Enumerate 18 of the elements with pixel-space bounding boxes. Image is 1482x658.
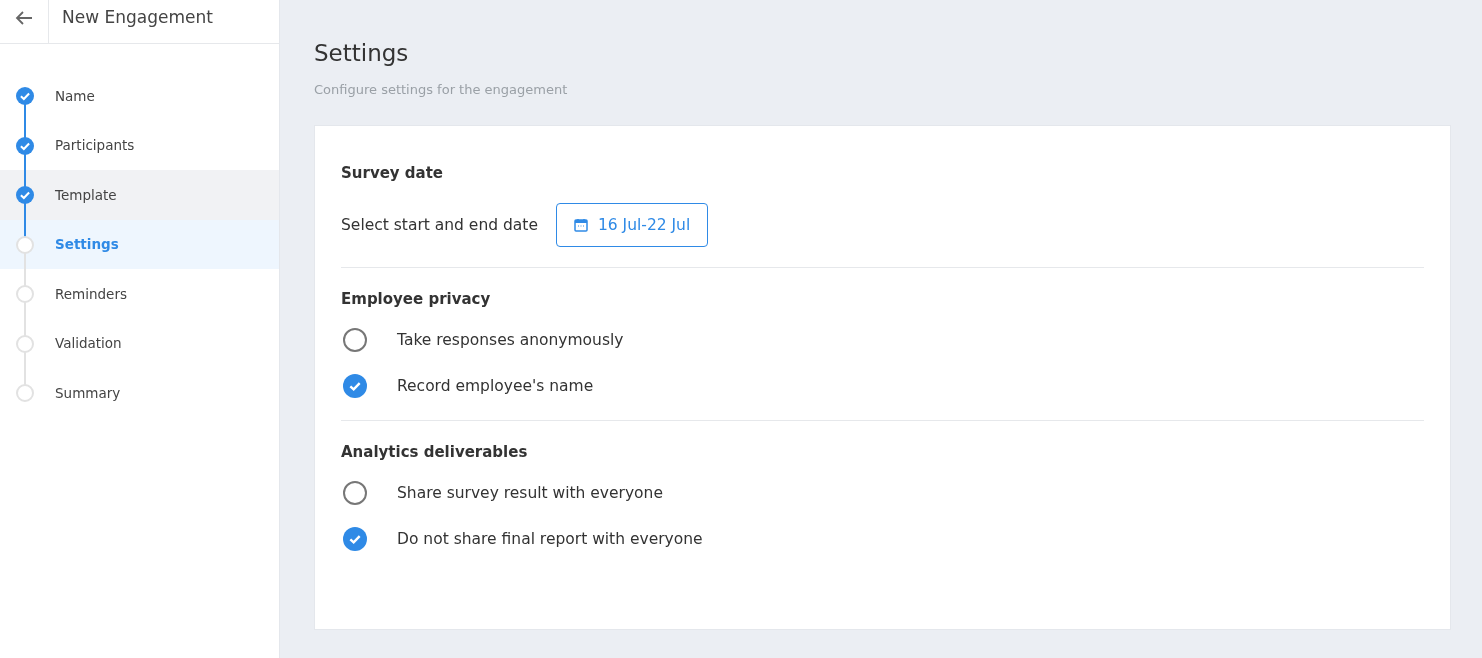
page-title: Settings xyxy=(314,40,410,66)
calendar-icon xyxy=(573,218,588,232)
option-label: Take responses anonymously xyxy=(397,331,624,349)
radio-button[interactable] xyxy=(343,481,367,505)
step-item[interactable]: Template xyxy=(0,170,279,220)
section-title: Survey date xyxy=(341,164,445,182)
section-title: Employee privacy xyxy=(341,290,492,308)
date-label: Select start and end date xyxy=(341,216,538,234)
option-label: Do not share final report with everyone xyxy=(397,530,703,548)
option-label: Record employee's name xyxy=(397,377,594,395)
radio-button[interactable] xyxy=(343,328,367,352)
radio-checked[interactable] xyxy=(343,374,367,398)
page-subtitle: Configure settings for the engagement xyxy=(314,82,569,97)
section-title: Analytics deliverables xyxy=(341,443,529,461)
date-range-button[interactable]: 16 Jul-22 Jul xyxy=(555,203,709,247)
option-label: Share survey result with everyone xyxy=(397,484,663,502)
page-header-title: New Engagement xyxy=(61,6,213,29)
radio-checked[interactable] xyxy=(343,527,367,551)
